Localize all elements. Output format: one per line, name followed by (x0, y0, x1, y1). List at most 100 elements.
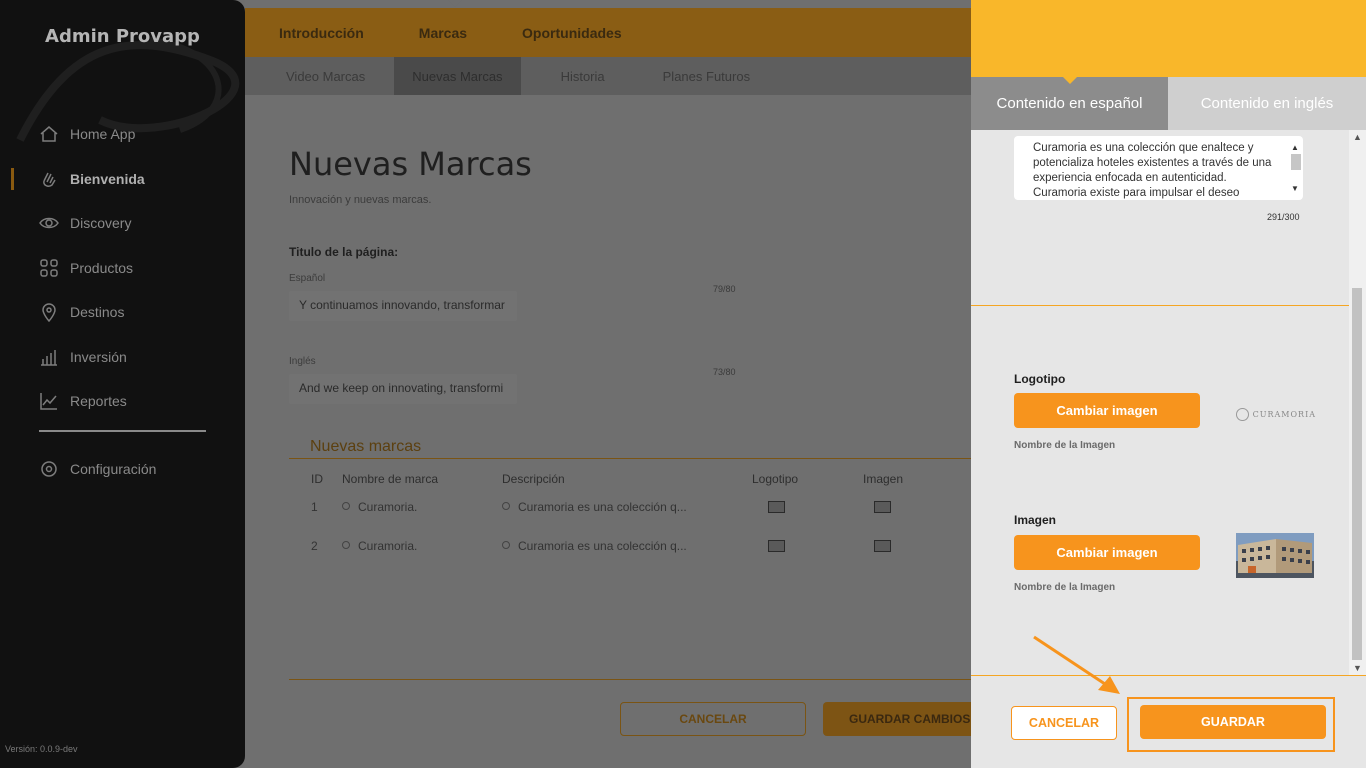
image-icon[interactable] (874, 501, 891, 513)
cancel-button[interactable]: CANCELAR (1011, 706, 1117, 740)
hotel-photo-thumbnail (1236, 533, 1314, 578)
description-textarea[interactable]: Curamoria es una colección que enaltece … (1014, 136, 1303, 200)
textarea-scrollbar[interactable]: ▲ ▼ (1289, 140, 1301, 196)
sidebar: Admin Provapp Home App Bienvenida Discov… (0, 0, 245, 768)
image-label: Imagen (1014, 513, 1057, 527)
sidebar-divider (39, 430, 206, 432)
grid-icon (38, 257, 60, 279)
tab-english-content[interactable]: Contenido en inglés (1168, 77, 1366, 130)
tab-oportunidades[interactable]: Oportunidades (522, 25, 622, 41)
wave-hand-icon (38, 168, 60, 190)
tab-marcas[interactable]: Marcas (419, 25, 467, 41)
gear-icon (38, 458, 60, 480)
sidebar-item-label: Productos (70, 259, 134, 276)
image-icon[interactable] (874, 540, 891, 552)
sidebar-item-label: Reportes (70, 393, 127, 410)
sidebar-item-inversion[interactable]: Inversión (0, 335, 245, 380)
sidebar-item-label: Bienvenida (70, 170, 145, 187)
row-description: Curamoria es una colección q... (502, 539, 687, 553)
change-logo-button[interactable]: Cambiar imagen (1014, 393, 1200, 428)
sidebar-item-productos[interactable]: Productos (0, 246, 245, 291)
sidebar-item-reportes[interactable]: Reportes (0, 379, 245, 424)
logo-thumbnail: CURAMORIA (1236, 404, 1316, 424)
panel-divider (971, 305, 1349, 306)
description-text: Curamoria es una colección que enaltece … (1033, 142, 1272, 199)
subtab-nuevas-marcas[interactable]: Nuevas Marcas (394, 57, 521, 95)
image-image-name: Nombre de la Imagen (1014, 582, 1116, 593)
page-subtitle: Innovación y nuevas marcas. (289, 194, 432, 206)
scroll-thumb[interactable] (1291, 154, 1301, 170)
tab-introduccion[interactable]: Introducción (279, 25, 364, 41)
bar-chart-icon (38, 346, 60, 368)
subtab-planes-futuros[interactable]: Planes Futuros (663, 57, 772, 95)
row-name: Curamoria. (342, 500, 417, 514)
sidebar-nav: Home App Bienvenida Discovery Productos … (0, 112, 245, 424)
english-char-counter: 73/80 (713, 367, 736, 377)
image-icon[interactable] (768, 501, 785, 513)
col-header-image: Imagen (863, 472, 904, 486)
spanish-char-counter: 79/80 (713, 284, 736, 294)
row-id: 2 (311, 539, 318, 553)
main-content: Introducción Marcas Oportunidades Video … (245, 0, 971, 768)
radio-icon (502, 502, 510, 510)
description-char-counter: 291/300 (1267, 212, 1300, 222)
radio-icon (342, 502, 350, 510)
location-pin-icon (38, 301, 60, 323)
sidebar-item-discovery[interactable]: Discovery (0, 201, 245, 246)
logo-label: Logotipo (1014, 372, 1066, 386)
home-icon (38, 123, 60, 145)
sidebar-item-configuracion[interactable]: Configuración (0, 447, 245, 492)
panel-language-tabs: Contenido en español Contenido en inglés (971, 76, 1366, 130)
subtab-video-marcas[interactable]: Video Marcas (245, 57, 387, 95)
top-tabs: Introducción Marcas Oportunidades (245, 0, 971, 57)
sidebar-item-home-app[interactable]: Home App (0, 112, 245, 157)
save-button[interactable]: GUARDAR (1140, 705, 1326, 739)
panel-scrollbar[interactable]: ▲ ▼ (1349, 130, 1366, 675)
tab-caret-top (448, 0, 462, 7)
col-header-logo: Logotipo (752, 472, 799, 486)
brands-section-title: Nuevas marcas (310, 438, 422, 455)
sidebar-item-destinos[interactable]: Destinos (0, 290, 245, 335)
radio-icon (502, 541, 510, 549)
app-version: Versión: 0.0.9-dev (5, 744, 78, 754)
scroll-up-icon[interactable]: ▲ (1291, 140, 1299, 155)
panel-body: Curamoria es una colección que enaltece … (971, 130, 1366, 675)
panel-header (971, 0, 1366, 77)
tab-spanish-content[interactable]: Contenido en español (971, 76, 1168, 130)
row-name: Curamoria. (342, 539, 417, 553)
spanish-label: Español (289, 273, 326, 284)
english-label: Inglés (289, 356, 316, 367)
subtab-historia[interactable]: Historia (561, 57, 627, 95)
sidebar-item-label: Destinos (70, 304, 125, 321)
section-divider (289, 458, 971, 459)
line-chart-icon (38, 390, 60, 412)
spanish-title-input[interactable]: Y continuamos innovando, transformar (289, 291, 517, 321)
row-id: 1 (311, 500, 318, 514)
sidebar-item-label: Discovery (70, 215, 132, 232)
app-brand-title: Admin Provapp (45, 26, 200, 47)
image-icon[interactable] (768, 540, 785, 552)
col-header-name: Nombre de marca (342, 472, 439, 486)
row-description: Curamoria es una colección q... (502, 500, 687, 514)
radio-icon (342, 541, 350, 549)
logo-ring-icon (1236, 407, 1249, 421)
english-title-input[interactable]: And we keep on innovating, transformi (289, 374, 517, 404)
scroll-down-icon[interactable]: ▼ (1353, 663, 1362, 673)
sidebar-item-label: Configuración (70, 461, 157, 478)
page-title-field-label: Titulo de la página: (289, 245, 399, 259)
sidebar-item-label: Home App (70, 126, 136, 143)
page-cancel-button[interactable]: CANCELAR (620, 702, 806, 736)
page-save-changes-button[interactable]: GUARDAR CAMBIOS (823, 702, 971, 736)
scroll-up-icon[interactable]: ▲ (1353, 132, 1362, 142)
sub-tabs: Video Marcas Nuevas Marcas Historia Plan… (245, 57, 971, 95)
logo-image-name: Nombre de la Imagen (1014, 440, 1116, 451)
sidebar-item-bienvenida[interactable]: Bienvenida (0, 157, 245, 202)
bottom-divider (289, 679, 971, 680)
scroll-thumb[interactable] (1352, 288, 1362, 660)
eye-icon (38, 212, 60, 234)
page-title: Nuevas Marcas (289, 145, 532, 183)
sidebar-item-label: Inversión (70, 348, 127, 365)
annotation-arrow-icon (1033, 635, 1120, 694)
scroll-down-icon[interactable]: ▼ (1291, 181, 1299, 196)
change-image-button[interactable]: Cambiar imagen (1014, 535, 1200, 570)
